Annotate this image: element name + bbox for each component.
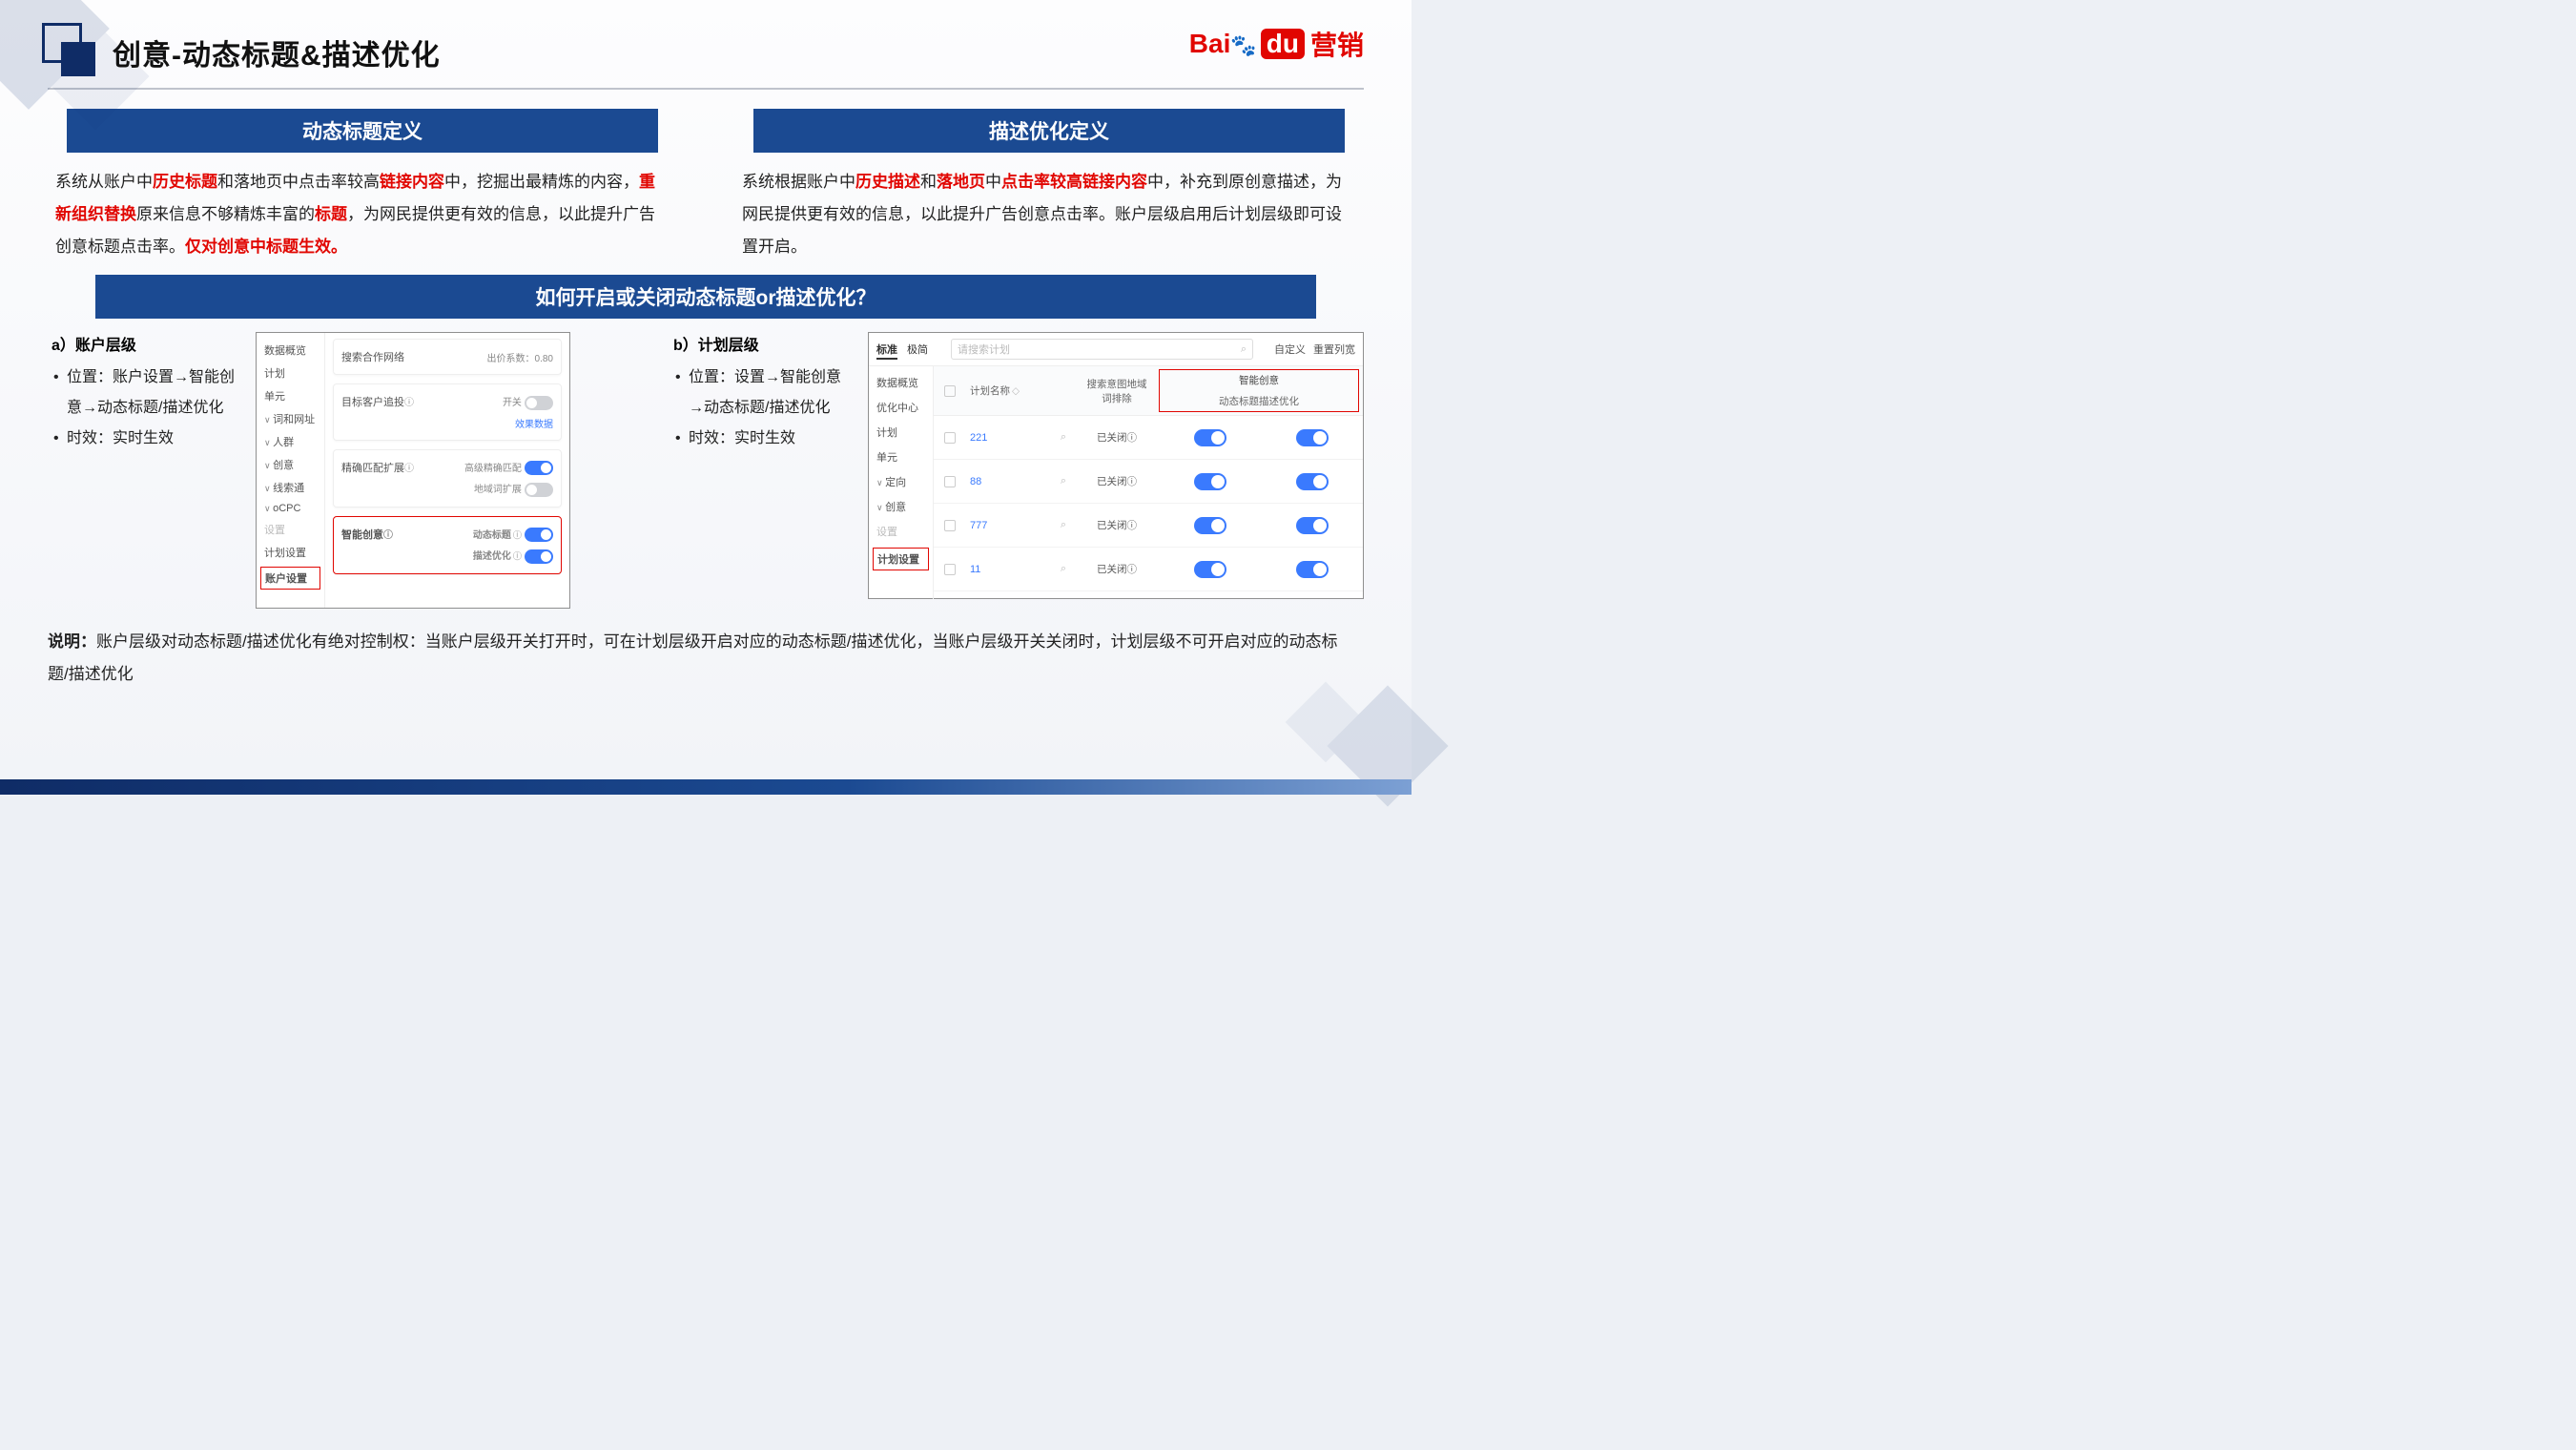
toggle[interactable] bbox=[525, 483, 553, 497]
table-row: 777 ⌕ 已关闭ⓘ bbox=[934, 504, 1363, 548]
search-icon[interactable]: ⌕ bbox=[1052, 431, 1075, 444]
checkbox-all[interactable] bbox=[944, 385, 956, 397]
title-decoration bbox=[48, 29, 95, 76]
search-input[interactable]: 请搜索计划⌕ bbox=[951, 339, 1253, 360]
nav-item[interactable]: 人群 bbox=[257, 430, 324, 453]
section-a-bullets: 位置：账户设置→智能创意→动态标题/描述优化 时效：实时生效 bbox=[52, 362, 242, 454]
checkbox[interactable] bbox=[944, 432, 956, 444]
section-a-head: a）账户层级 bbox=[52, 332, 242, 355]
toggle[interactable] bbox=[1296, 429, 1329, 446]
checkbox[interactable] bbox=[944, 564, 956, 575]
nav-item[interactable]: 单元 bbox=[257, 384, 324, 407]
toggle[interactable] bbox=[1296, 517, 1329, 534]
nav-item[interactable]: oCPC bbox=[257, 499, 324, 518]
toggle[interactable] bbox=[1194, 429, 1226, 446]
nav-item[interactable]: 计划 bbox=[257, 362, 324, 384]
nav-item[interactable]: 数据概览 bbox=[257, 339, 324, 362]
nav-item[interactable]: 创意 bbox=[869, 494, 933, 519]
search-icon: ⌕ bbox=[1241, 343, 1247, 356]
note-text: 说明：账户层级对动态标题/描述优化有绝对控制权：当账户层级开关打开时，可在计划层… bbox=[48, 626, 1364, 691]
checkbox[interactable] bbox=[944, 476, 956, 487]
table-row: 221 ⌕ 已关闭ⓘ bbox=[934, 416, 1363, 460]
reset-width-button[interactable]: 重置列宽 bbox=[1313, 344, 1355, 356]
left-description: 系统从账户中历史标题和落地页中点击率较高链接内容中，挖掘出最精炼的内容，重新组织… bbox=[48, 166, 677, 263]
search-icon[interactable]: ⌕ bbox=[1052, 563, 1075, 575]
nav-item[interactable]: 定向 bbox=[869, 469, 933, 494]
right-description: 系统根据账户中历史描述和落地页中点击率较高链接内容中，补充到原创意描述，为网民提… bbox=[734, 166, 1364, 263]
table-row: 88 ⌕ 已关闭ⓘ bbox=[934, 460, 1363, 504]
nav-item[interactable]: 创意 bbox=[257, 453, 324, 476]
toggle[interactable] bbox=[1194, 517, 1226, 534]
screenshot-account-level: 数据概览 计划 单元 词和网址 人群 创意 线索通 oCPC 设置 计划设置 账… bbox=[256, 332, 570, 609]
nav-item[interactable]: 词和网址 bbox=[257, 407, 324, 430]
baidu-logo: Bai🐾du 营销 bbox=[1189, 25, 1364, 63]
nav-item[interactable]: 数据概览 bbox=[869, 370, 933, 395]
sort-icon: ◇ bbox=[1012, 385, 1020, 397]
smart-creative-group: 智能创意 动态标题描述优化 bbox=[1159, 369, 1359, 412]
toggle[interactable] bbox=[1194, 561, 1226, 578]
effect-data-link[interactable]: 效果数据 bbox=[515, 416, 553, 430]
toggle-desc-opt[interactable] bbox=[525, 549, 553, 564]
table-row: 11 ⌕ 已关闭ⓘ bbox=[934, 548, 1363, 591]
nav-item[interactable]: 线索通 bbox=[257, 476, 324, 499]
view-tabs[interactable]: 标准极简 bbox=[876, 342, 938, 357]
nav-item: 设置 bbox=[869, 519, 933, 544]
checkbox[interactable] bbox=[944, 520, 956, 531]
toggle[interactable] bbox=[1194, 473, 1226, 490]
paw-icon: 🐾 bbox=[1230, 33, 1256, 58]
nav-item[interactable]: 单元 bbox=[869, 445, 933, 469]
nav-item[interactable]: 计划 bbox=[869, 420, 933, 445]
left-band: 动态标题定义 bbox=[67, 109, 658, 153]
nav-item: 设置 bbox=[257, 518, 324, 541]
nav-item[interactable]: 计划设置 bbox=[257, 541, 324, 564]
screenshot-plan-level: 标准极简 请搜索计划⌕ 自定义重置列宽 数据概览 优化中心 计划 单元 定向 创… bbox=[868, 332, 1364, 599]
toggle-dynamic-title[interactable] bbox=[525, 528, 553, 542]
nav-item-account-settings[interactable]: 账户设置 bbox=[260, 567, 320, 590]
search-icon[interactable]: ⌕ bbox=[1052, 519, 1075, 531]
nav-item[interactable]: 优化中心 bbox=[869, 395, 933, 420]
section-b-bullets: 位置：设置→智能创意→动态标题/描述优化 时效：实时生效 bbox=[673, 362, 855, 454]
page-title: 创意-动态标题&描述优化 bbox=[113, 31, 441, 73]
toggle[interactable] bbox=[525, 396, 553, 410]
custom-button[interactable]: 自定义 bbox=[1274, 344, 1306, 356]
right-band: 描述优化定义 bbox=[753, 109, 1345, 153]
toggle[interactable] bbox=[1296, 473, 1329, 490]
toggle[interactable] bbox=[1296, 561, 1329, 578]
section-b-head: b）计划层级 bbox=[673, 332, 855, 355]
footer-bar bbox=[0, 779, 1412, 795]
header-divider bbox=[48, 88, 1364, 90]
search-icon[interactable]: ⌕ bbox=[1052, 475, 1075, 487]
toggle[interactable] bbox=[525, 461, 553, 475]
full-band: 如何开启或关闭动态标题or描述优化？ bbox=[95, 275, 1316, 319]
nav-item-plan-settings[interactable]: 计划设置 bbox=[873, 548, 929, 570]
